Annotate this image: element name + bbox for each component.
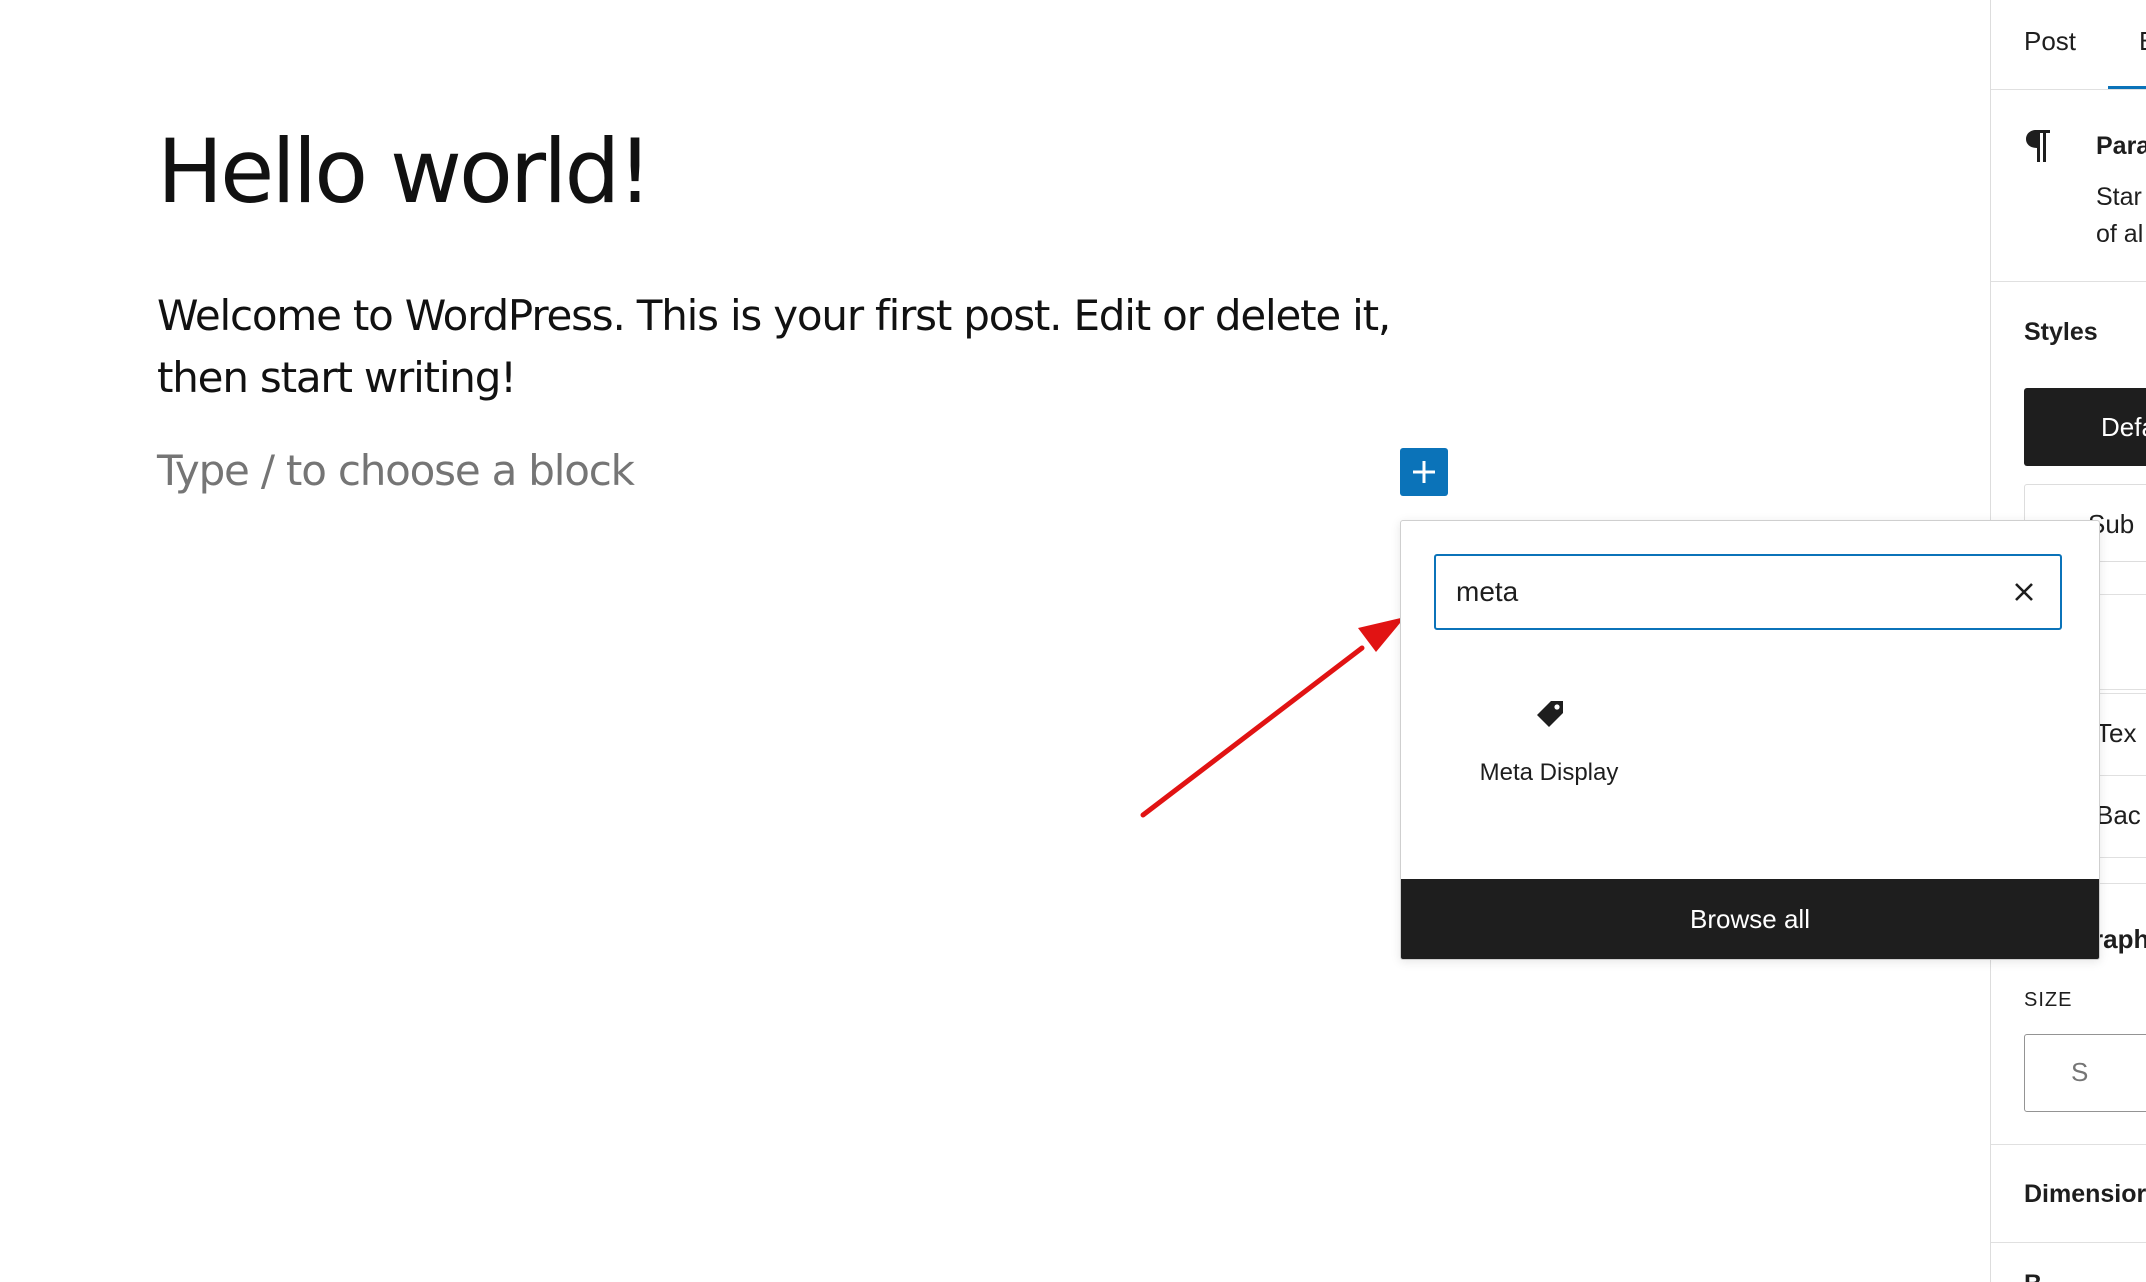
block-search-input[interactable]	[1456, 556, 1996, 628]
typography-panel-title[interactable]: raph	[2093, 924, 2146, 955]
block-search-field[interactable]	[1434, 554, 2062, 630]
font-size-value: S	[2071, 1057, 2089, 1087]
divider	[1991, 89, 2146, 90]
style-option-default[interactable]: Defa	[2024, 388, 2146, 466]
block-card-description: of al	[2096, 220, 2144, 248]
tag-icon	[1537, 701, 1563, 727]
close-icon	[2015, 583, 2033, 601]
post-paragraph[interactable]: Welcome to WordPress. This is your first…	[157, 285, 1457, 409]
clear-search-button[interactable]	[2006, 574, 2042, 610]
font-size-label: SIZE	[2024, 989, 2073, 1011]
block-result-meta-display[interactable]: Meta Display	[1449, 691, 1649, 821]
divider	[1991, 1144, 2146, 1145]
color-item-label: Bac	[2096, 800, 2141, 830]
dimensions-panel-title[interactable]: Dimensior	[2024, 1180, 2146, 1209]
tab-post[interactable]: Post	[2024, 26, 2076, 57]
block-card-description: Star	[2096, 183, 2142, 211]
next-panel-title[interactable]: B	[2024, 1270, 2042, 1282]
font-size-picker[interactable]: S	[2024, 1034, 2146, 1112]
style-option-label: Defa	[2101, 412, 2146, 442]
post-title[interactable]: Hello world!	[157, 120, 653, 223]
block-inserter-button[interactable]	[1400, 448, 1448, 496]
block-result-label: Meta Display	[1479, 759, 1619, 786]
browse-all-button[interactable]: Browse all	[1401, 879, 2099, 959]
quick-inserter-popover: Meta Display Browse all	[1400, 520, 2100, 960]
empty-block-placeholder[interactable]: Type / to choose a block	[157, 446, 635, 495]
tab-block[interactable]: B	[2139, 26, 2146, 57]
paragraph-icon	[2026, 130, 2050, 162]
styles-panel-title[interactable]: Styles	[2024, 318, 2098, 347]
color-item-label: Tex	[2096, 718, 2137, 748]
divider	[1991, 281, 2146, 282]
block-card-title: Para	[2096, 132, 2146, 160]
divider	[1991, 1242, 2146, 1243]
plus-icon	[1413, 461, 1435, 483]
